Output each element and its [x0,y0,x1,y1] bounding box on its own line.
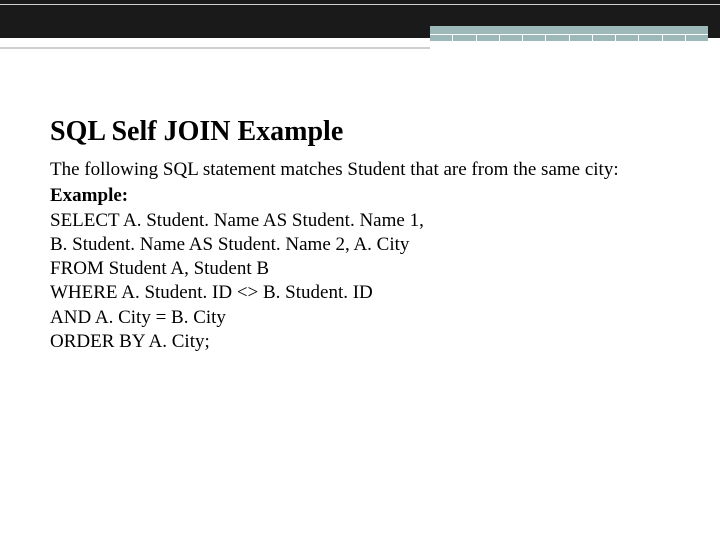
intro-text: The following SQL statement matches Stud… [50,158,670,182]
code-line-4: WHERE A. Student. ID <> B. Student. ID [50,281,670,305]
header-underline [0,47,430,49]
code-line-1: SELECT A. Student. Name AS Student. Name… [50,209,670,233]
slide-title: SQL Self JOIN Example [50,116,670,148]
slide-content: SQL Self JOIN Example The following SQL … [0,38,720,354]
header-thin-line [0,4,720,5]
code-line-3: FROM Student A, Student B [50,257,670,281]
code-line-5: AND A. City = B. City [50,306,670,330]
code-line-2: B. Student. Name AS Student. Name 2, A. … [50,233,670,257]
header-accent-block [430,26,708,48]
example-label: Example: [50,184,670,208]
code-line-6: ORDER BY A. City; [50,330,670,354]
